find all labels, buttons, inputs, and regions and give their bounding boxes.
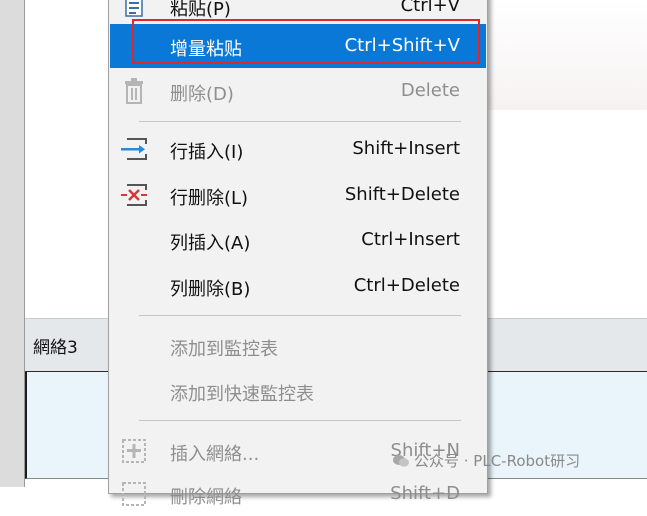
wechat-icon — [392, 454, 410, 468]
menu-item-delete-network[interactable]: 刪除網絡 Shift+D — [110, 472, 486, 516]
menu-item-add-to-watch-table[interactable]: 添加到監控表 — [110, 324, 486, 368]
menu-item-delete[interactable]: 删除(D) Delete — [110, 69, 486, 113]
menu-item-label: 删除(D) — [170, 84, 234, 105]
menu-item-label: 列删除(B) — [170, 279, 251, 300]
menu-item-shortcut: Ctrl+Insert — [361, 229, 460, 250]
menu-item-shortcut: Shift+Insert — [352, 138, 460, 159]
menu-item-label: 列插入(A) — [170, 233, 251, 254]
watermark: 公众号 · PLC-Robot研习 — [392, 450, 580, 471]
menu-item-shortcut: Ctrl+Delete — [353, 275, 460, 296]
menu-item-label: 行插入(I) — [170, 142, 244, 163]
editor-background-region — [483, 0, 647, 110]
menu-item-label: 添加到快速監控表 — [170, 384, 314, 405]
context-menu: 粘贴(P) Ctrl+V 增量粘贴 Ctrl+Shift+V 删除(D) Del… — [108, 0, 488, 508]
menu-separator — [139, 420, 461, 421]
menu-item-delete-row[interactable]: 行删除(L) Shift+Delete — [110, 173, 486, 217]
menu-item-label: 插入網絡... — [170, 444, 260, 465]
insert-network-icon — [119, 437, 149, 465]
delete-row-icon — [119, 181, 149, 209]
paste-icon — [119, 0, 149, 20]
menu-item-label: 行删除(L) — [170, 188, 249, 209]
network-label: 網絡3 — [33, 338, 78, 358]
menu-item-label: 添加到監控表 — [170, 339, 278, 360]
menu-item-shortcut: Shift+D — [390, 483, 460, 504]
menu-item-shortcut: Ctrl+V — [400, 0, 460, 16]
menu-separator — [139, 315, 461, 316]
menu-item-shortcut: Delete — [400, 80, 460, 101]
selection-highlight-box — [132, 19, 480, 64]
editor-left-strip — [0, 0, 25, 487]
menu-separator — [139, 121, 461, 122]
trash-icon — [119, 77, 149, 105]
menu-item-shortcut: Shift+Delete — [344, 184, 460, 205]
menu-item-add-to-quick-watch-table[interactable]: 添加到快速監控表 — [110, 369, 486, 413]
menu-item-insert-row[interactable]: 行插入(I) Shift+Insert — [110, 127, 486, 171]
insert-row-icon — [119, 135, 149, 163]
menu-item-insert-column[interactable]: 列插入(A) Ctrl+Insert — [110, 218, 486, 262]
watermark-text: 公众号 · PLC-Robot研习 — [414, 452, 581, 470]
delete-network-icon — [119, 480, 149, 508]
menu-item-delete-column[interactable]: 列删除(B) Ctrl+Delete — [110, 264, 486, 308]
menu-item-label: 粘贴(P) — [170, 0, 231, 20]
